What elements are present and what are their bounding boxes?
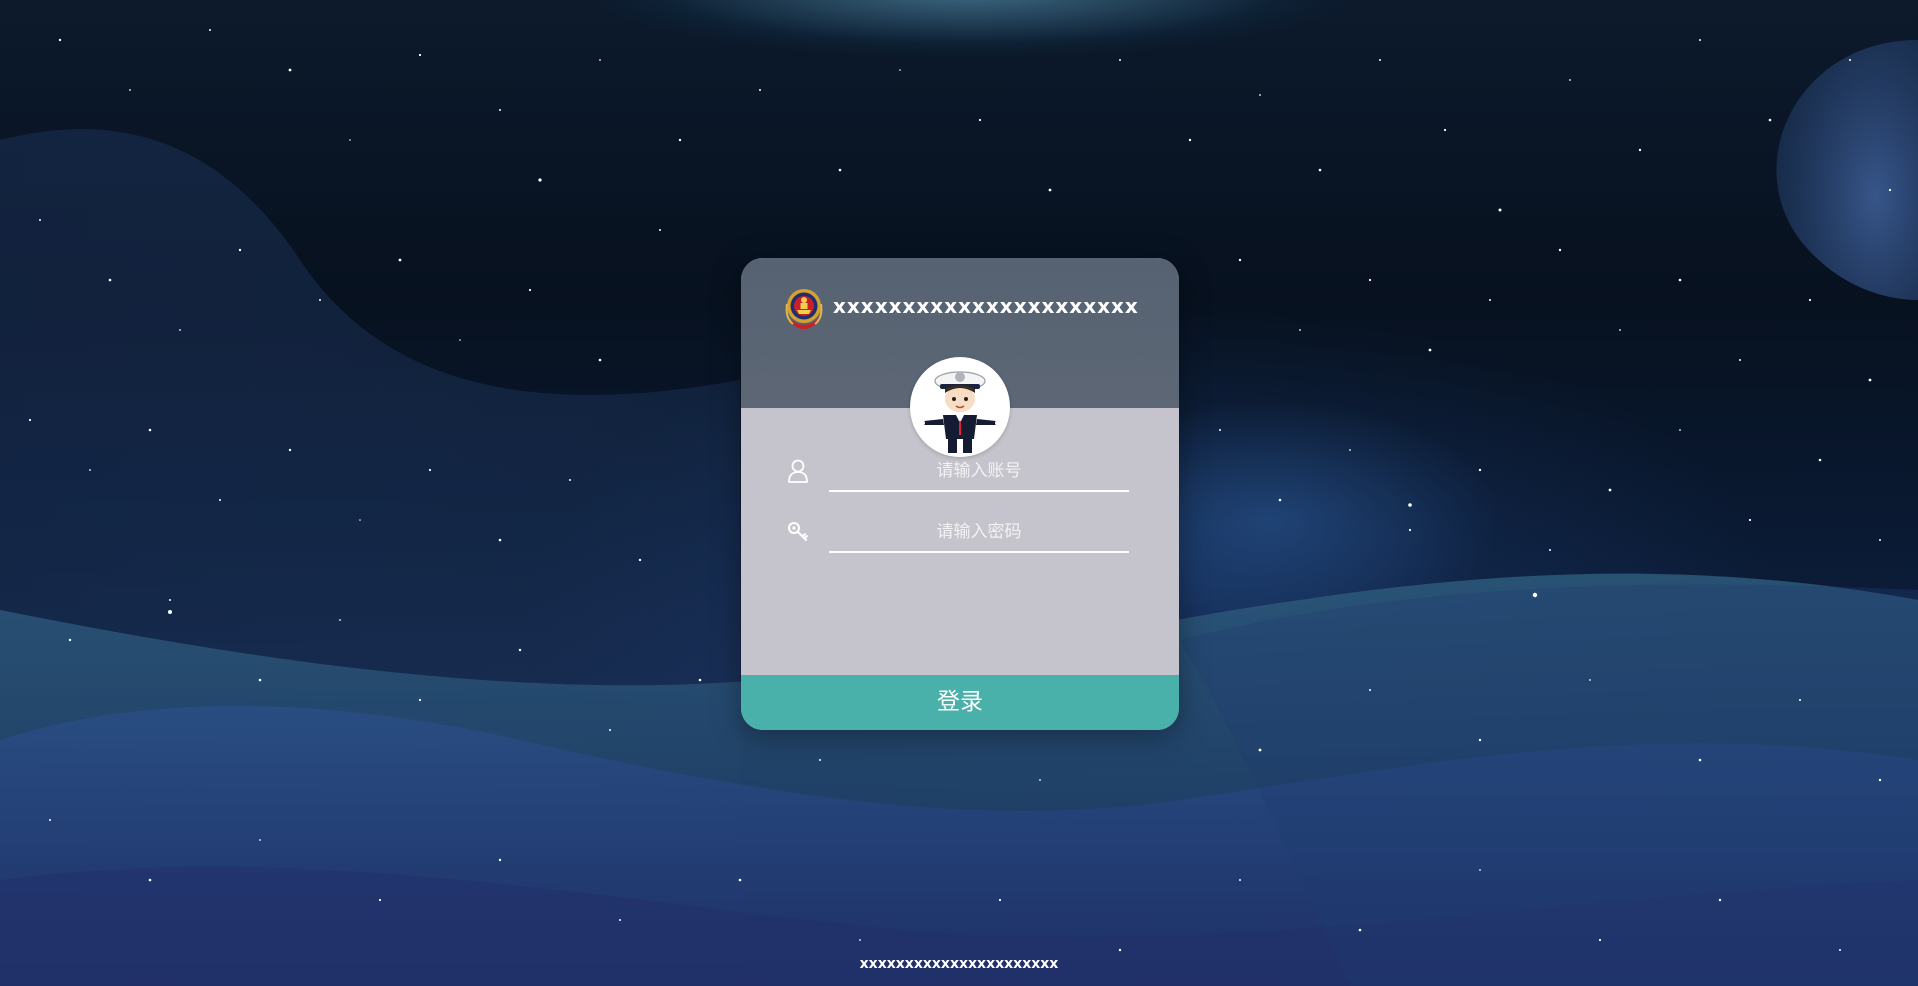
password-input[interactable] [829, 513, 1129, 553]
footer-text: xxxxxxxxxxxxxxxxxxxxxx [859, 956, 1059, 972]
login-button[interactable]: 登录 [741, 675, 1179, 730]
police-officer-avatar-icon [919, 371, 1001, 453]
login-page: xxxxxxxxxxxxxxxxxxxxxx 请输入账号 登录 xxxxxxxx… [0, 0, 1918, 986]
user-icon [788, 459, 808, 483]
police-emblem-icon [785, 289, 823, 329]
system-title: xxxxxxxxxxxxxxxxxxxxxx [833, 294, 1139, 318]
username-field [787, 452, 1132, 492]
password-field [787, 513, 1132, 553]
key-icon [788, 522, 808, 542]
police-officer-avatar [910, 357, 1010, 457]
username-input[interactable] [829, 452, 1129, 492]
login-card: xxxxxxxxxxxxxxxxxxxxxx 请输入账号 登录 [741, 258, 1179, 730]
